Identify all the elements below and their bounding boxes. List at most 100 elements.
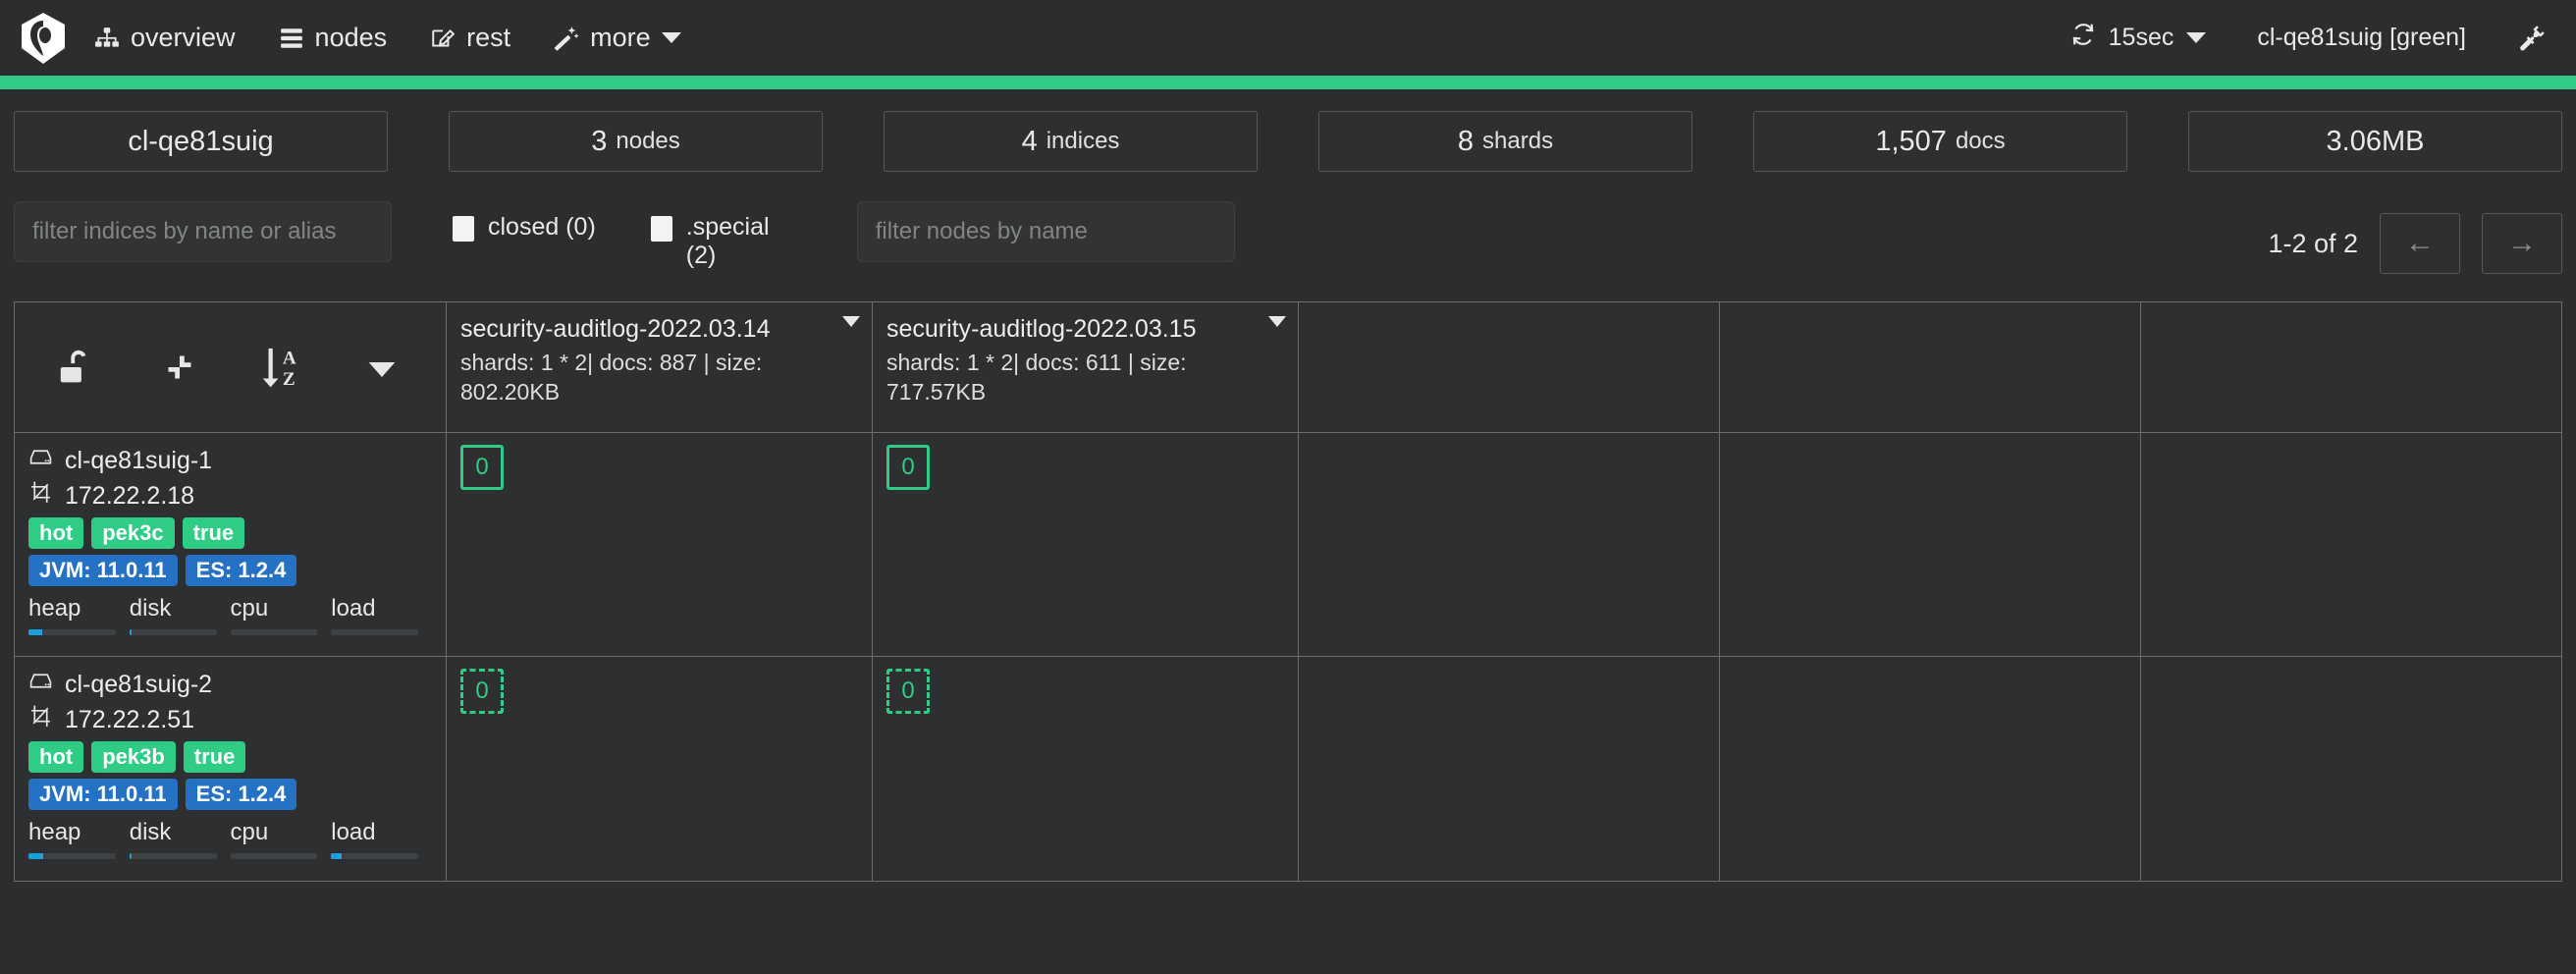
svg-text:Z: Z — [283, 369, 295, 390]
compress-arrows-icon[interactable] — [130, 345, 231, 390]
shard-box-primary[interactable]: 0 — [886, 445, 930, 490]
shard-cell: 0 — [873, 657, 1299, 881]
node-tag: hot — [28, 517, 83, 549]
elasticsearch-logo-icon[interactable] — [14, 9, 73, 68]
node-name-line: cl-qe81suig-1 — [28, 445, 432, 476]
checkbox-special[interactable]: .special (2) — [651, 213, 798, 270]
node-ip-line: 172.22.2.51 — [28, 704, 432, 735]
sort-alpha-down-icon[interactable]: A Z — [231, 345, 332, 390]
metric-bar — [231, 629, 318, 635]
nav-item-rest[interactable]: rest — [430, 23, 510, 53]
metric-label: heap — [28, 595, 116, 622]
stat-card-shards: 8 shards — [1318, 111, 1692, 172]
index-menu-caret-icon[interactable] — [1268, 316, 1286, 327]
nav-items: overview nodes rest — [94, 23, 681, 53]
index-menu-caret-icon[interactable] — [842, 316, 860, 327]
metric-label: heap — [28, 819, 116, 846]
nav-right-group: 15sec cl-qe81suig [green] — [2070, 22, 2547, 54]
node-ip-label: 172.22.2.51 — [65, 706, 194, 734]
chevron-down-icon — [2186, 32, 2206, 43]
stat-value: 8 — [1458, 126, 1474, 158]
index-filter-input[interactable] — [14, 201, 392, 262]
metric-label: cpu — [231, 819, 318, 846]
stat-label: nodes — [616, 128, 679, 155]
shard-box-replica[interactable]: 0 — [886, 669, 930, 714]
checkbox-box-icon[interactable] — [453, 216, 474, 242]
stat-value: 1,507 — [1875, 126, 1947, 158]
node-metrics: heap disk cpu load — [28, 819, 432, 859]
cluster-shard-grid: A Z security-auditlog-2022.03.14 shards:… — [14, 301, 2562, 882]
node-ip-line: 172.22.2.18 — [28, 480, 432, 512]
grid-toolbar-cell: A Z — [15, 302, 447, 432]
pagination-prev-button[interactable]: ← — [2380, 213, 2460, 274]
checkbox-box-icon[interactable] — [651, 216, 672, 242]
shard-cell: 0 — [873, 433, 1299, 656]
metric-fill — [28, 629, 42, 635]
metric-disk: disk — [130, 819, 231, 859]
nav-item-overview[interactable]: overview — [94, 23, 236, 53]
stat-value: 3.06MB — [2327, 126, 2425, 158]
shard-box-replica[interactable]: 0 — [460, 669, 504, 714]
empty-column — [1299, 433, 1720, 656]
sitemap-icon — [94, 26, 120, 51]
metric-fill — [130, 853, 132, 859]
metric-load: load — [331, 595, 432, 635]
stat-card-size: 3.06MB — [2188, 111, 2562, 172]
magic-wand-icon — [554, 26, 579, 51]
node-tag: true — [184, 741, 246, 773]
cluster-status-label: cl-qe81suig [green] — [2257, 24, 2466, 52]
stat-label: shards — [1482, 128, 1553, 155]
node-es-version-tag: ES: 1.2.4 — [186, 555, 297, 586]
nav-label-more: more — [590, 23, 651, 53]
nav-item-nodes[interactable]: nodes — [279, 23, 388, 53]
status-accent-bar — [0, 76, 2576, 89]
stat-card-nodes: 3 nodes — [449, 111, 823, 172]
stat-card-docs: 1,507 docs — [1753, 111, 2127, 172]
stat-card-indices: 4 indices — [884, 111, 1258, 172]
node-info-cell: cl-qe81suig-1 172.22.2.18 hot pek3c true — [15, 433, 447, 656]
nav-item-more[interactable]: more — [554, 23, 681, 53]
metric-heap: heap — [28, 819, 130, 859]
shard-cell: 0 — [447, 433, 873, 656]
refresh-interval-selector[interactable]: 15sec — [2070, 22, 2207, 54]
shard-box-primary[interactable]: 0 — [460, 445, 504, 490]
node-jvm-version-tag: JVM: 11.0.11 — [28, 555, 178, 586]
node-version-tags: JVM: 11.0.11 ES: 1.2.4 — [28, 555, 432, 586]
svg-text:A: A — [283, 349, 296, 369]
refresh-interval-label: 15sec — [2109, 24, 2174, 52]
node-name-line: cl-qe81suig-2 — [28, 669, 432, 700]
plug-connected-icon[interactable] — [2517, 24, 2547, 53]
empty-column — [1299, 302, 1720, 432]
pagination-next-button[interactable]: → — [2482, 213, 2562, 274]
chevron-down-icon — [662, 32, 681, 43]
server-stack-icon — [279, 26, 304, 51]
index-meta-label: shards: 1 * 2| docs: 611 | size: 717.57K… — [886, 349, 1284, 407]
nav-label-nodes: nodes — [315, 23, 388, 53]
index-filter-checkboxes: closed (0) .special (2) — [453, 201, 798, 270]
metric-cpu: cpu — [231, 595, 332, 635]
chevron-down-icon[interactable] — [331, 348, 432, 387]
edit-square-icon — [430, 26, 456, 51]
node-metrics: heap disk cpu load — [28, 595, 432, 635]
node-filter-input[interactable] — [857, 201, 1235, 262]
metric-bar — [28, 853, 116, 859]
metric-disk: disk — [130, 595, 231, 635]
stat-value: 4 — [1022, 126, 1038, 158]
unlock-open-icon[interactable] — [28, 345, 130, 390]
metric-label: disk — [130, 819, 217, 846]
empty-column — [2141, 302, 2562, 432]
metric-label: disk — [130, 595, 217, 622]
node-name-label: cl-qe81suig-2 — [65, 671, 212, 699]
node-tag: true — [183, 517, 245, 549]
empty-column — [1720, 433, 2141, 656]
cluster-stat-cards: cl-qe81suig 3 nodes 4 indices 8 shards 1… — [0, 89, 2576, 172]
checkbox-closed[interactable]: closed (0) — [453, 213, 596, 270]
nav-label-overview: overview — [131, 23, 236, 53]
empty-column — [1720, 657, 2141, 881]
top-navigation-bar: overview nodes rest — [0, 0, 2576, 76]
metric-bar — [231, 853, 318, 859]
metric-bar — [331, 853, 418, 859]
crop-transform-icon — [28, 480, 53, 512]
table-row: cl-qe81suig-1 172.22.2.18 hot pek3c true — [15, 433, 2562, 657]
index-header-cell: security-auditlog-2022.03.15 shards: 1 *… — [873, 302, 1299, 432]
